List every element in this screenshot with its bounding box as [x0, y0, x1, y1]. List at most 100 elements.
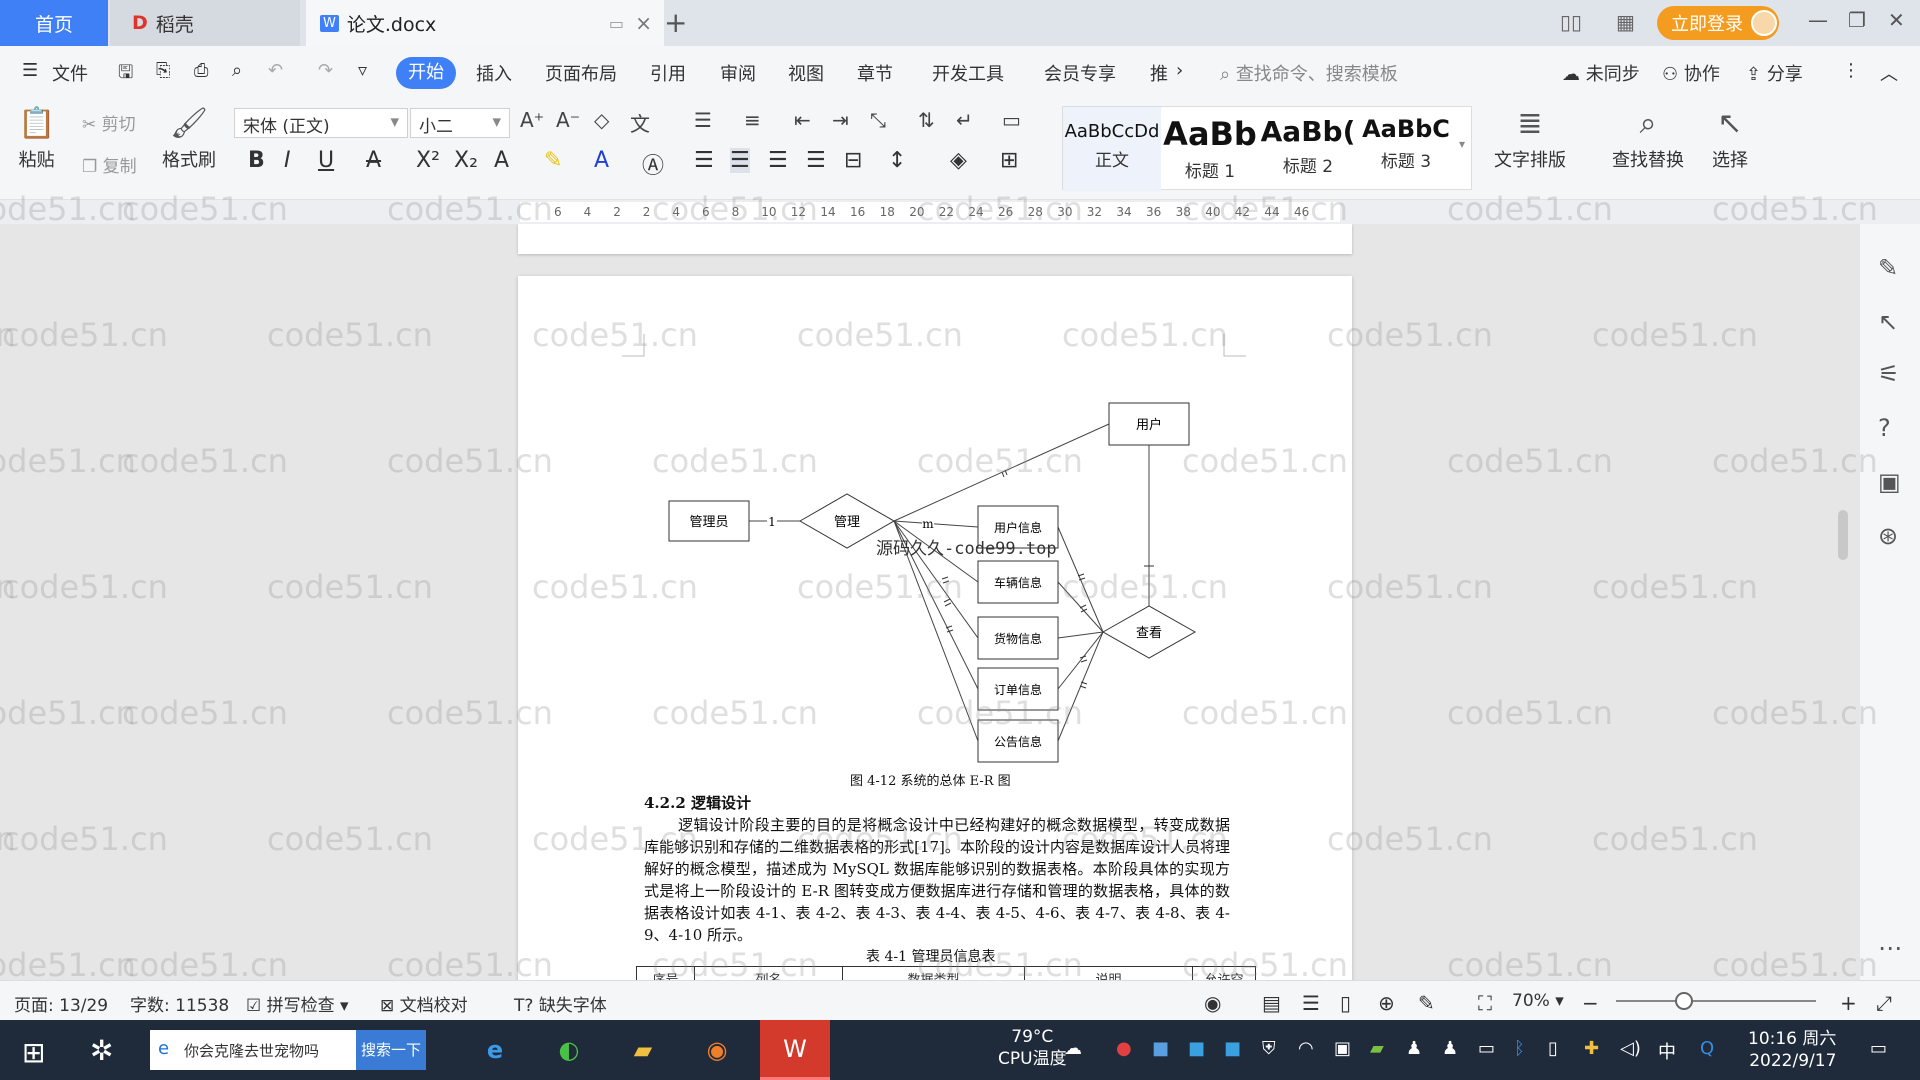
grid-apps-icon[interactable]: ▦: [1616, 10, 1635, 34]
page-count[interactable]: 页面: 13/29: [14, 991, 108, 1016]
page-view-icon[interactable]: ▤: [1262, 991, 1281, 1015]
find-replace-button[interactable]: ⌕ 查找替换: [1612, 106, 1684, 172]
bold-icon[interactable]: B: [248, 148, 265, 173]
web-view-icon[interactable]: ⊕: [1378, 991, 1395, 1015]
numbered-list-icon[interactable]: ≡: [744, 108, 761, 132]
zoom-slider-thumb[interactable]: [1675, 992, 1693, 1010]
style-gallery-expand-icon[interactable]: ▾: [1459, 137, 1465, 151]
shading-icon[interactable]: ◈: [950, 148, 967, 173]
layout-icon[interactable]: ▯▯: [1560, 10, 1582, 34]
save-icon[interactable]: 🖫: [118, 60, 133, 90]
cut-button[interactable]: ✂ 剪切: [82, 110, 136, 135]
menu-more-icon[interactable]: ›: [1176, 60, 1183, 81]
undo-icon[interactable]: ↶: [268, 60, 283, 81]
print-icon[interactable]: ⎙: [194, 60, 208, 81]
strikethrough-icon[interactable]: A: [366, 148, 381, 173]
text-effect-icon[interactable]: A: [494, 148, 509, 173]
image-settings-icon[interactable]: ▣: [1878, 468, 1901, 496]
justify-icon[interactable]: ☰: [806, 148, 826, 173]
cursor-icon[interactable]: ↖: [1878, 308, 1898, 336]
tray-app-icon[interactable]: ■: [1188, 1038, 1205, 1059]
adjust-icon[interactable]: ⚟: [1878, 360, 1900, 388]
borders-icon[interactable]: ⊞: [1000, 148, 1018, 173]
increase-indent-icon[interactable]: ⇥: [832, 108, 849, 132]
eye-protect-icon[interactable]: ◉: [1204, 991, 1221, 1015]
menu-developer-tools[interactable]: 开发工具: [932, 60, 1004, 86]
style-heading-1[interactable]: AaBb 标题 1: [1161, 107, 1259, 191]
decrease-indent-icon[interactable]: ⇤: [794, 108, 811, 132]
document-canvas[interactable]: 管理员 用户 管理 查看 1 m 用户信息 车辆信息 货物信息 订单信息 公告信…: [0, 224, 1840, 980]
wps-writer-icon[interactable]: W: [760, 1020, 830, 1080]
menu-file[interactable]: 文件: [52, 60, 88, 86]
ie-browser-icon[interactable]: e: [472, 1028, 518, 1072]
pinwheel-icon[interactable]: ✲: [90, 1034, 113, 1067]
fullscreen-icon[interactable]: ⤢: [1876, 991, 1892, 1015]
customize-toolbar-icon[interactable]: ▿: [358, 60, 367, 81]
zoom-slider[interactable]: [1616, 1000, 1816, 1002]
print-preview-icon[interactable]: ⌕: [232, 60, 242, 81]
format-painter-button[interactable]: 🖌 格式刷: [162, 106, 216, 172]
sort-icon[interactable]: ⇅: [918, 108, 935, 132]
restore-icon[interactable]: ❐: [1848, 8, 1866, 32]
character-border-icon[interactable]: Ⓐ: [642, 148, 664, 180]
export-icon[interactable]: ⎘: [156, 60, 170, 81]
document-page[interactable]: 管理员 用户 管理 查看 1 m 用户信息 车辆信息 货物信息 订单信息 公告信…: [518, 276, 1352, 980]
shield-icon[interactable]: ⛨: [1262, 1038, 1276, 1059]
collaborate-button[interactable]: ⚇ 协作: [1662, 60, 1720, 86]
login-button[interactable]: 立即登录: [1657, 6, 1779, 40]
tab-document[interactable]: W 论文.docx ▭ ×: [306, 0, 664, 46]
tab-docer[interactable]: D 稻壳: [110, 0, 300, 46]
more-options-icon[interactable]: ⋮: [1842, 60, 1860, 81]
bluetooth-icon[interactable]: ᛒ: [1514, 1038, 1525, 1059]
command-search[interactable]: ⌕ 查找命令、搜索模板: [1220, 60, 1398, 86]
notification-icon[interactable]: ▭: [1870, 1038, 1887, 1059]
font-name-select[interactable]: 宋体 (正文) ▾: [234, 108, 408, 138]
qq-icon[interactable]: ♟: [1406, 1038, 1422, 1059]
file-explorer-icon[interactable]: ▰: [620, 1028, 666, 1072]
align-left-icon[interactable]: ☰: [694, 148, 714, 173]
battery-icon[interactable]: ▭: [1478, 1038, 1495, 1059]
menu-references[interactable]: 引用: [650, 60, 686, 86]
new-tab-icon[interactable]: +: [664, 6, 687, 39]
style-heading-2[interactable]: AaBb( 标题 2: [1259, 107, 1357, 191]
phonetic-guide-icon[interactable]: 文: [630, 108, 650, 137]
distributed-icon[interactable]: ⊟: [844, 148, 862, 173]
sync-status[interactable]: ☁ 未同步: [1562, 60, 1640, 86]
paste-button[interactable]: 📋 粘贴: [18, 106, 55, 172]
monitor-icon[interactable]: ▭: [609, 14, 624, 33]
clear-format-icon[interactable]: ◇: [594, 108, 609, 132]
input-method-icon[interactable]: Q: [1700, 1038, 1714, 1059]
weather-icon[interactable]: ☁: [1064, 1038, 1082, 1059]
qq-icon[interactable]: ♟: [1442, 1038, 1458, 1059]
ruler-toggle-icon[interactable]: ▭: [1002, 108, 1021, 132]
zoom-out-icon[interactable]: −: [1582, 991, 1599, 1015]
close-window-icon[interactable]: ✕: [1888, 8, 1905, 32]
help-icon[interactable]: ?: [1878, 414, 1891, 442]
missing-font[interactable]: T? 缺失字体: [514, 991, 607, 1016]
nvidia-icon[interactable]: ▰: [1370, 1038, 1384, 1059]
menu-page-layout[interactable]: 页面布局: [545, 60, 617, 86]
menu-review[interactable]: 审阅: [720, 60, 756, 86]
system-clock[interactable]: 10:16 周六 2022/9/17: [1748, 1028, 1836, 1072]
underline-icon[interactable]: U: [318, 148, 334, 173]
word-count[interactable]: 字数: 11538: [130, 991, 229, 1016]
fit-page-icon[interactable]: ⛶: [1478, 991, 1492, 1015]
align-right-icon[interactable]: ☰: [768, 148, 788, 173]
ime-indicator[interactable]: 中: [1658, 1038, 1676, 1064]
menu-start[interactable]: 开始: [396, 57, 456, 89]
subscript-icon[interactable]: X₂: [454, 148, 478, 173]
zoom-level[interactable]: 70% ▾: [1512, 991, 1564, 1011]
outline-view-icon[interactable]: ☰: [1302, 991, 1320, 1015]
text-direction-icon[interactable]: ⤡: [870, 108, 886, 132]
vertical-scrollbar[interactable]: [1836, 230, 1850, 970]
bullet-list-icon[interactable]: ☰: [694, 108, 712, 132]
spell-check[interactable]: ☑ 拼写检查 ▾: [246, 991, 349, 1016]
compass-icon[interactable]: ⊛: [1878, 522, 1898, 550]
style-heading-3[interactable]: AaBbC 标题 3: [1357, 107, 1455, 191]
tray-app-icon[interactable]: ▣: [1334, 1038, 1351, 1059]
volume-icon[interactable]: ◁): [1620, 1038, 1641, 1059]
tray-app-icon[interactable]: ■: [1152, 1038, 1169, 1059]
hamburger-icon[interactable]: ☰: [22, 60, 38, 81]
close-tab-icon[interactable]: ×: [635, 11, 652, 35]
superscript-icon[interactable]: X²: [416, 148, 440, 173]
